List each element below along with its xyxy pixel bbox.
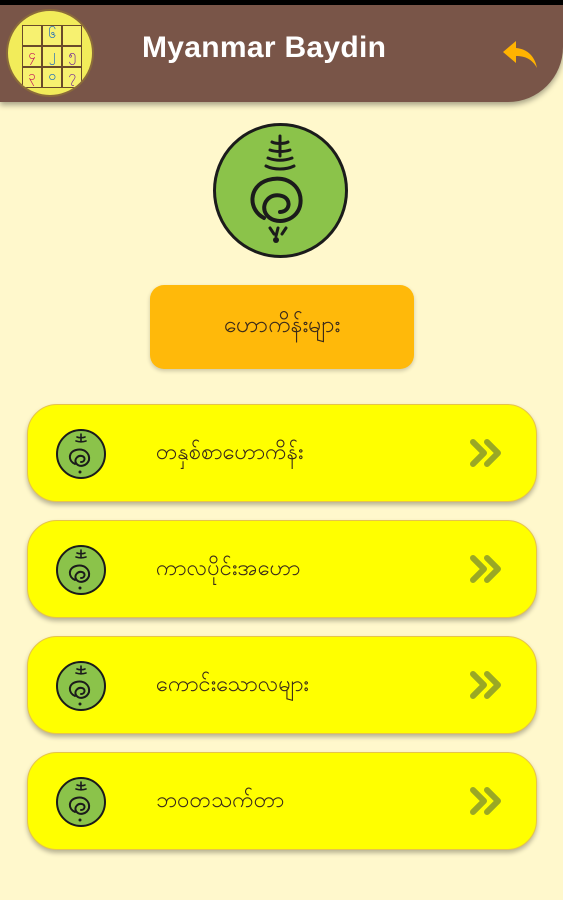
menu-item-label: ကာလပိုင်းအဟော — [156, 555, 301, 581]
astrology-symbol-icon — [213, 123, 348, 258]
logo-number-grid: ၆ ၄ ၂ ၅ ၃ ၀ ၇ — [22, 25, 82, 88]
logo-cell: ၇ — [62, 67, 82, 88]
menu-item-label: ကောင်းသောလများ — [156, 671, 310, 697]
menu-item-yearly-forecast[interactable]: တနှစ်စာဟောကိန်း — [27, 404, 537, 502]
double-chevron-right-icon — [470, 787, 501, 815]
app-bar: ၆ ၄ ၂ ၅ ၃ ၀ ၇ Myanmar Baydin — [0, 5, 563, 102]
double-chevron-right-icon — [470, 671, 501, 699]
menu-item-lifetime-forecast[interactable]: ဘဝတသက်တာ — [27, 752, 537, 850]
astrology-symbol-icon — [56, 777, 106, 827]
astrology-symbol-icon — [56, 545, 106, 595]
app-title: Myanmar Baydin — [142, 31, 387, 64]
logo-cell: ၅ — [62, 46, 82, 67]
app-logo: ၆ ၄ ၂ ၅ ၃ ၀ ၇ — [6, 9, 94, 97]
double-chevron-right-icon — [470, 555, 501, 583]
logo-cell — [62, 25, 82, 46]
back-button[interactable] — [498, 33, 542, 77]
menu-item-good-months[interactable]: ကောင်းသောလများ — [27, 636, 537, 734]
logo-cell: ၆ — [42, 25, 62, 46]
section-title-forecasts: ဟောကိန်းများ — [150, 285, 414, 369]
double-chevron-right-icon — [470, 439, 501, 467]
logo-cell — [22, 25, 42, 46]
astrology-symbol-icon — [56, 429, 106, 479]
menu-item-label: ဘဝတသက်တာ — [156, 787, 285, 813]
menu-item-period-forecast[interactable]: ကာလပိုင်းအဟော — [27, 520, 537, 618]
logo-cell: ၂ — [42, 46, 62, 67]
astrology-symbol-icon — [56, 661, 106, 711]
logo-cell: ၀ — [42, 67, 62, 88]
logo-cell: ၄ — [22, 46, 42, 67]
reply-arrow-icon — [503, 41, 537, 68]
menu-item-label: တနှစ်စာဟောကိန်း — [156, 439, 304, 465]
logo-cell: ၃ — [22, 67, 42, 88]
